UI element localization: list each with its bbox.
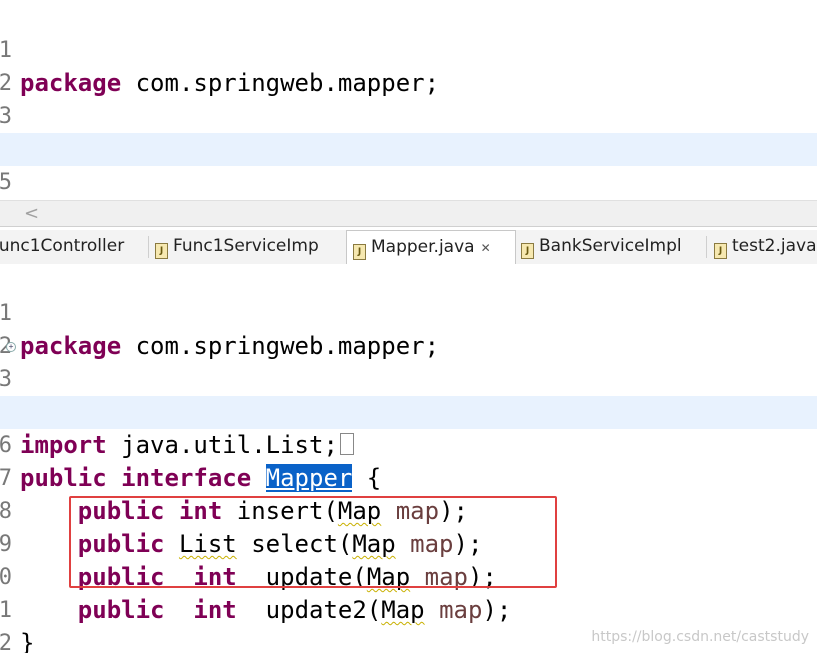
close-icon[interactable]: ✕ <box>481 241 491 255</box>
java-file-icon: J <box>714 243 727 259</box>
top-editor[interactable]: 1 package com.springweb.mapper; 2 3 publ… <box>0 0 817 200</box>
code-line[interactable]: 1 package com.springweb.mapper; <box>0 264 817 360</box>
scroll-left-arrow-icon[interactable]: < <box>24 203 39 224</box>
code-line-current[interactable]: 5 <box>0 133 817 195</box>
line-number: 2 <box>0 631 12 653</box>
code-line[interactable]: 8 public List select(Map map); <box>0 462 817 558</box>
watermark: https://blog.csdn.net/caststudy <box>591 629 809 645</box>
tab-bankserviceimpl[interactable]: J BankServiceImpl <box>521 230 701 263</box>
code-line[interactable]: 1 } <box>0 561 817 653</box>
tab-label: Mapper.java <box>371 237 475 257</box>
tab-mapper-java[interactable]: J Mapper.java ✕ <box>346 230 516 265</box>
code-line[interactable]: 3 + import java.util.List; <box>0 330 817 459</box>
code-line[interactable]: 2 <box>0 594 817 653</box>
tab-label: Func1Controller <box>0 236 125 256</box>
code-line[interactable]: 1 package com.springweb.mapper; <box>0 1 817 97</box>
java-file-icon: J <box>521 243 534 259</box>
code-line[interactable]: 9 public int update(Map map); <box>0 495 817 591</box>
code-line[interactable]: 3 public interface BankMapper extends Ma… <box>0 67 817 163</box>
tab-separator <box>706 236 707 258</box>
code-line[interactable]: 6 } <box>0 166 817 199</box>
tab-separator <box>148 236 149 258</box>
code-line[interactable]: 4 <box>0 100 817 162</box>
code-line[interactable]: 5 <box>0 363 817 425</box>
tab-func1serviceimp[interactable]: J Func1ServiceImp <box>155 230 343 263</box>
tab-label: Func1ServiceImp <box>173 236 319 256</box>
java-file-icon: J <box>155 243 168 259</box>
tab-func1controller[interactable]: Func1Controller <box>0 230 140 263</box>
code-line[interactable]: 7 public int insert(Map map); <box>0 429 817 525</box>
editor-tab-bar: Func1Controller J Func1ServiceImp J Mapper… <box>0 230 817 265</box>
java-file-icon: J <box>353 244 366 260</box>
code-line-current[interactable]: 6 public interface Mapper { <box>0 396 817 492</box>
bottom-editor[interactable]: 1 package com.springweb.mapper; 2 3 + im… <box>0 264 817 653</box>
tab-label: test2.java <box>732 236 817 256</box>
expand-fold-icon[interactable]: + <box>6 342 16 352</box>
tab-label: BankServiceImpl <box>539 236 682 256</box>
tab-test2-java[interactable]: Jtest2.java <box>714 230 817 263</box>
horizontal-scrollbar[interactable]: < <box>0 200 817 227</box>
code-line[interactable]: 0 public int update2(Map map); <box>0 528 817 624</box>
code-line[interactable]: 2 <box>0 297 817 359</box>
code-line[interactable]: 2 <box>0 34 817 96</box>
